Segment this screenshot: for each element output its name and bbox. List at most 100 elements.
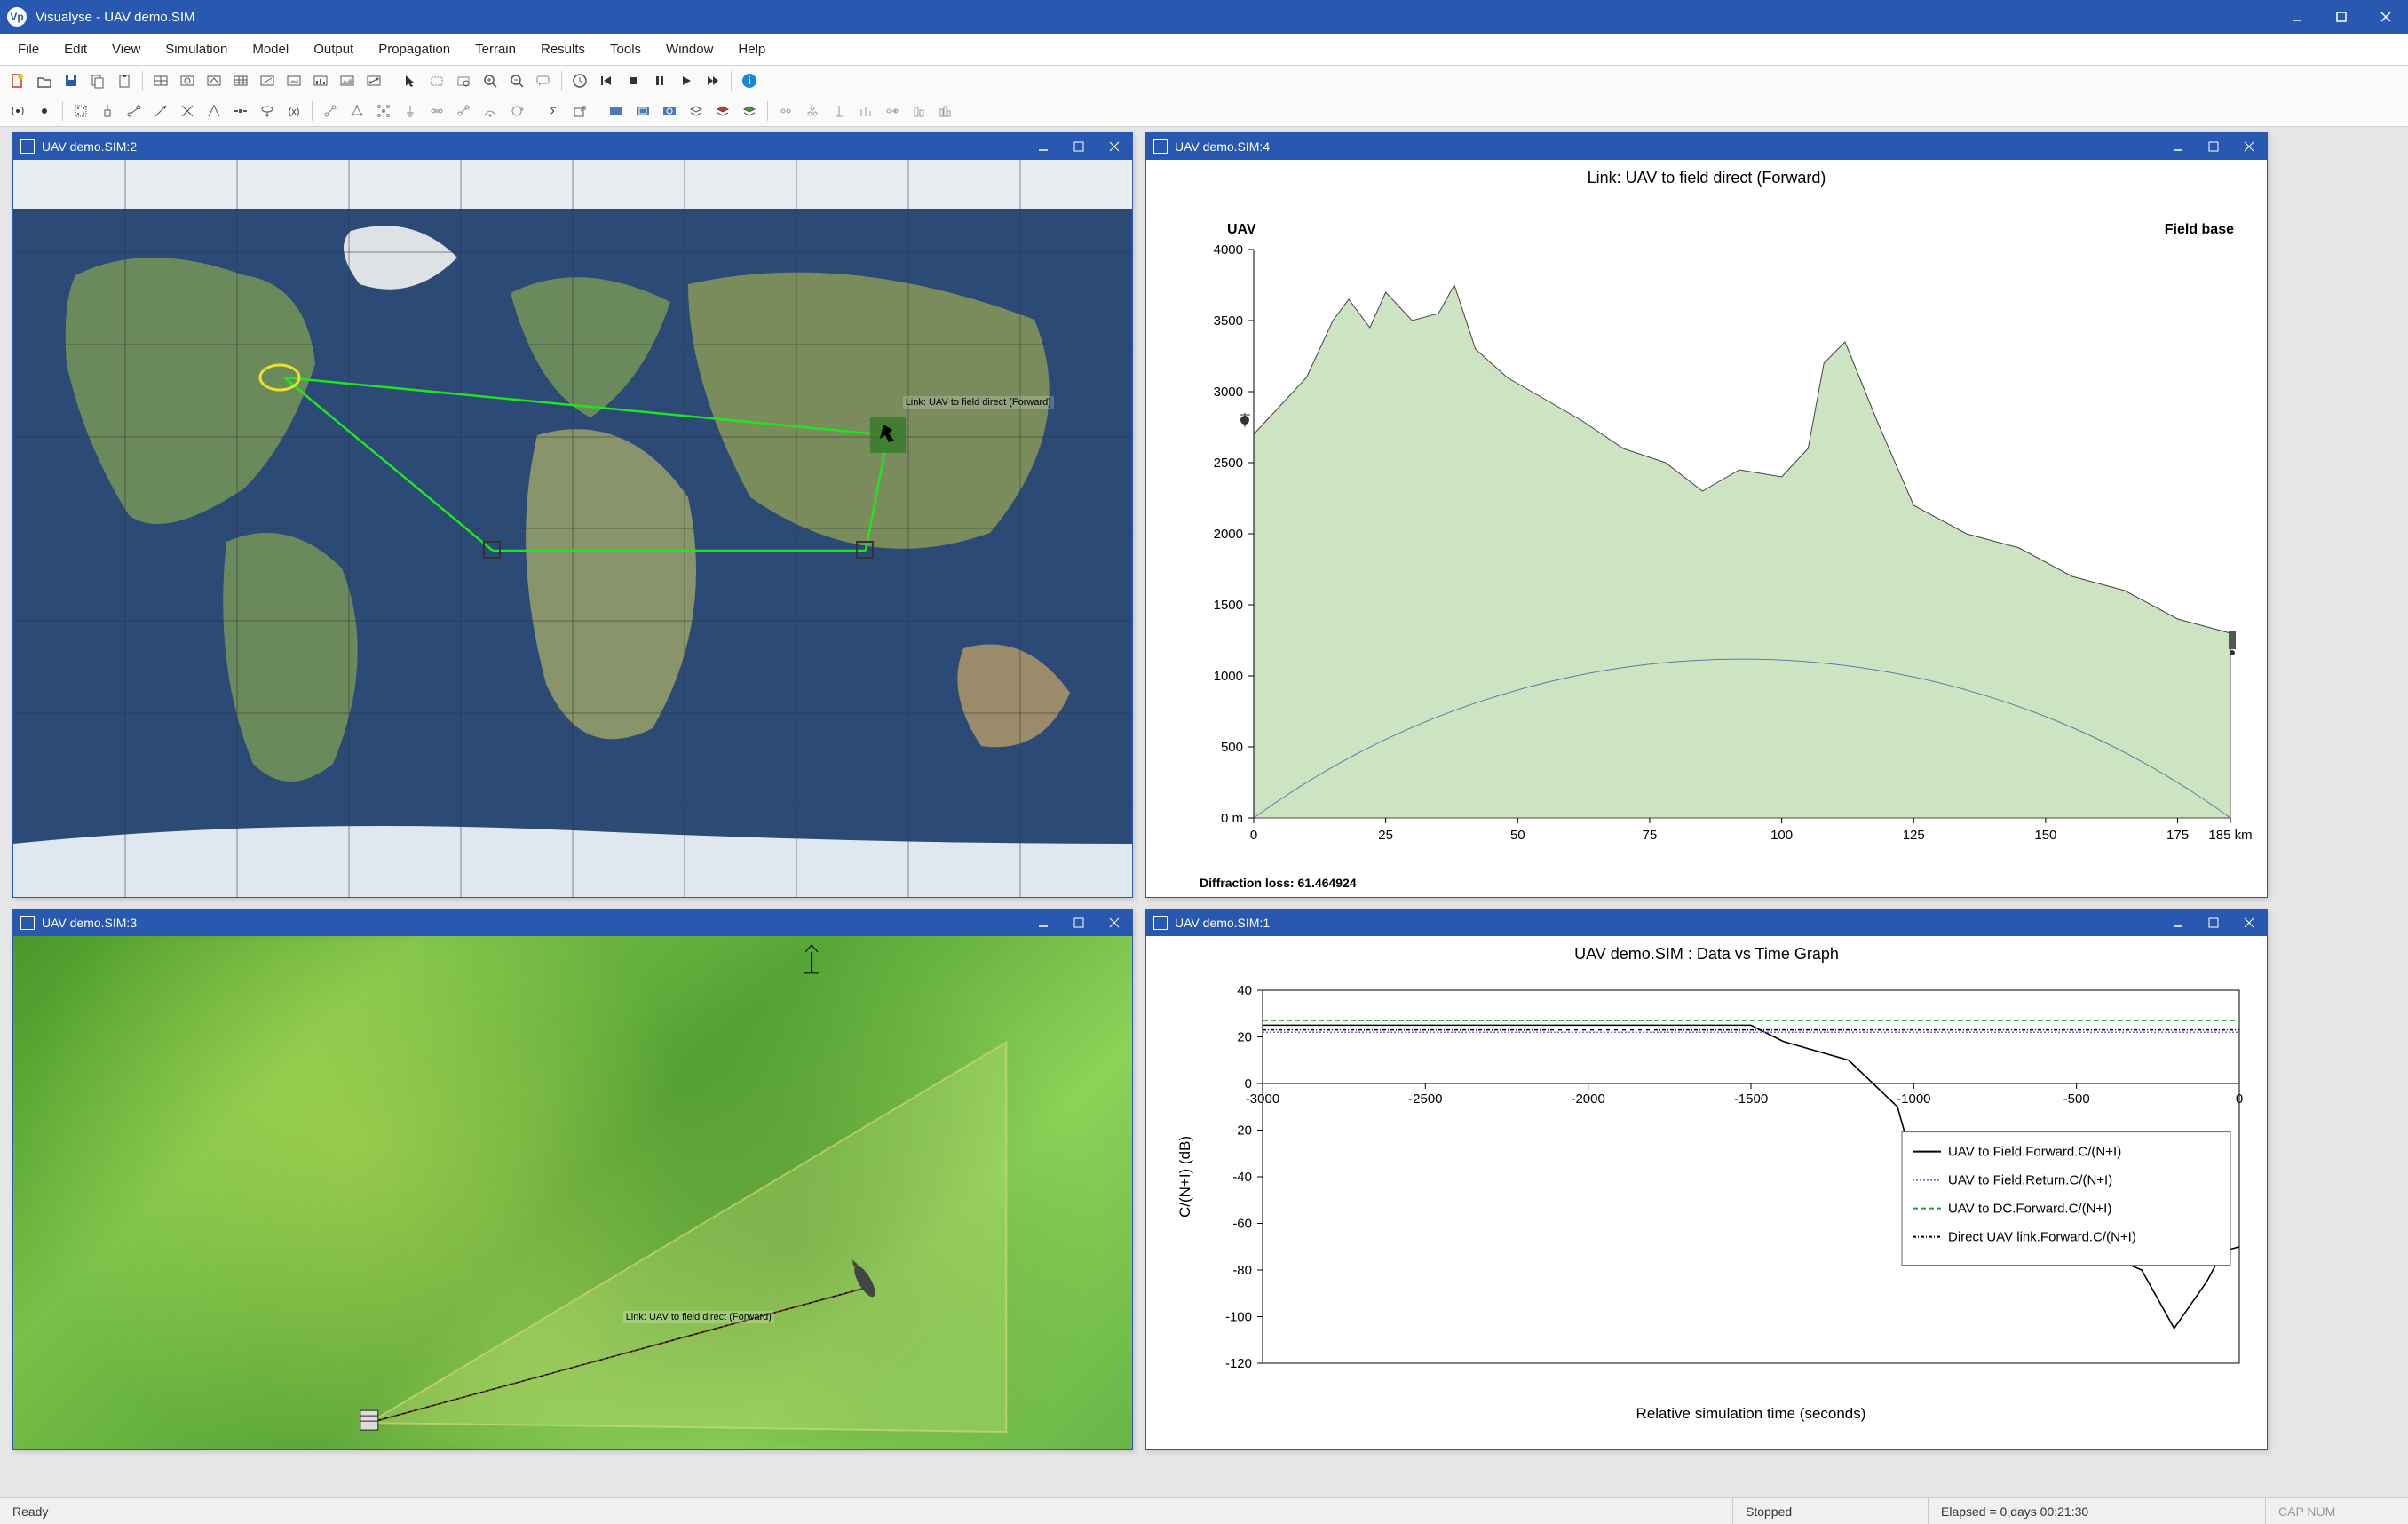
child-maximize-button[interactable] <box>2196 133 2231 160</box>
menu-simulation[interactable]: Simulation <box>153 36 240 62</box>
child-maximize-button[interactable] <box>1061 909 1097 936</box>
gs-loop-icon[interactable] <box>504 99 529 123</box>
child-title-bar[interactable]: UAV demo.SIM:1 <box>1146 909 2267 936</box>
child-maximize-button[interactable] <box>2196 909 2231 936</box>
fast-forward-icon[interactable] <box>701 68 725 93</box>
zoom-out-icon[interactable] <box>504 68 529 93</box>
group2-icon[interactable] <box>800 99 825 123</box>
view-terrain-icon[interactable] <box>335 68 360 93</box>
svg-text:C/(N+I) (dB): C/(N+I) (dB) <box>1176 1136 1193 1218</box>
info-icon[interactable]: i <box>737 68 762 93</box>
bullet-icon[interactable] <box>32 99 57 123</box>
child-close-button[interactable] <box>1097 133 1132 160</box>
zoom-in-icon[interactable] <box>478 68 503 93</box>
paste-icon[interactable] <box>112 68 137 93</box>
zoom-window-icon[interactable] <box>451 68 476 93</box>
view-area-icon[interactable] <box>281 68 306 93</box>
orbit-down-icon[interactable] <box>255 99 280 123</box>
svg-text:40: 40 <box>1237 983 1252 998</box>
gs-bidir-icon[interactable] <box>424 99 449 123</box>
menu-help[interactable]: Help <box>725 36 778 62</box>
sigma-icon[interactable]: Σ <box>541 99 566 123</box>
net2-icon[interactable] <box>345 99 369 123</box>
copy-icon[interactable] <box>85 68 110 93</box>
antenna-icon[interactable] <box>5 99 30 123</box>
minimize-button[interactable] <box>2275 0 2319 34</box>
constellation-icon[interactable] <box>68 99 93 123</box>
child-minimize-button[interactable] <box>1026 909 1061 936</box>
view-3d-icon[interactable] <box>202 68 226 93</box>
clock-icon[interactable] <box>567 68 592 93</box>
view-mercator-icon[interactable] <box>175 68 200 93</box>
layers-icon[interactable] <box>684 99 709 123</box>
blue-map2-icon[interactable] <box>630 99 655 123</box>
ground-icon[interactable] <box>398 99 423 123</box>
child-close-button[interactable] <box>1097 909 1132 936</box>
menu-edit[interactable]: Edit <box>51 36 99 62</box>
green-layers-icon[interactable] <box>737 99 762 123</box>
svg-text:3000: 3000 <box>1214 385 1243 400</box>
net1-icon[interactable] <box>318 99 343 123</box>
menu-results[interactable]: Results <box>528 36 598 62</box>
child-title-bar[interactable]: UAV demo.SIM:2 <box>13 133 1132 160</box>
child-minimize-button[interactable] <box>2160 133 2196 160</box>
maximize-button[interactable] <box>2319 0 2364 34</box>
time-graph-chart[interactable]: UAV demo.SIM : Data vs Time Graph -120-1… <box>1146 936 2267 1449</box>
play-icon[interactable] <box>674 68 699 93</box>
menu-output[interactable]: Output <box>301 36 366 62</box>
var-x-icon[interactable]: (x) <box>281 99 306 123</box>
child-close-button[interactable] <box>2231 133 2267 160</box>
out-box-icon[interactable] <box>567 99 592 123</box>
menu-file[interactable]: File <box>5 36 51 62</box>
group1-icon[interactable] <box>773 99 798 123</box>
satellite-icon[interactable] <box>228 99 253 123</box>
stop-icon[interactable] <box>621 68 646 93</box>
menu-propagation[interactable]: Propagation <box>366 36 463 62</box>
child-minimize-button[interactable] <box>1026 133 1061 160</box>
terrain-profile-chart[interactable]: Link: UAV to field direct (Forward) 0 m5… <box>1146 160 2267 897</box>
close-button[interactable] <box>2364 0 2408 34</box>
child-minimize-button[interactable] <box>2160 909 2196 936</box>
select-rect-icon[interactable] <box>424 68 449 93</box>
blue-map-icon[interactable] <box>604 99 629 123</box>
link-icon[interactable] <box>122 99 147 123</box>
child-title-bar[interactable]: UAV demo.SIM:3 <box>13 909 1132 936</box>
arrow-icon[interactable] <box>148 99 173 123</box>
station-icon[interactable] <box>95 99 120 123</box>
child-title-bar[interactable]: UAV demo.SIM:4 <box>1146 133 2267 160</box>
mast-icon[interactable] <box>827 99 852 123</box>
rewind-icon[interactable] <box>594 68 619 93</box>
menu-window[interactable]: Window <box>653 36 725 62</box>
menu-tools[interactable]: Tools <box>598 36 653 62</box>
city-icon[interactable] <box>933 99 958 123</box>
view-xy-icon[interactable] <box>255 68 280 93</box>
xfer-icon[interactable] <box>880 99 905 123</box>
blue-map3-icon[interactable] <box>657 99 682 123</box>
new-file-icon[interactable] <box>5 68 30 93</box>
view-link-icon[interactable] <box>361 68 386 93</box>
beam-icon[interactable] <box>202 99 226 123</box>
save-icon[interactable] <box>59 68 83 93</box>
terrain-map-view[interactable]: Link: UAV to field direct (Forward) <box>13 936 1132 1449</box>
red-layers-icon[interactable] <box>710 99 735 123</box>
pointer-icon[interactable] <box>398 68 423 93</box>
open-file-icon[interactable] <box>32 68 57 93</box>
menu-model[interactable]: Model <box>240 36 301 62</box>
view-hist-icon[interactable] <box>308 68 333 93</box>
comment-icon[interactable] <box>531 68 556 93</box>
menu-terrain[interactable]: Terrain <box>463 36 528 62</box>
array-icon[interactable] <box>853 99 878 123</box>
menu-view[interactable]: View <box>99 36 153 62</box>
status-bar: Ready Stopped Elapsed = 0 days 00:21:30 … <box>0 1497 2408 1524</box>
building-icon[interactable] <box>907 99 931 123</box>
view-table-icon[interactable] <box>228 68 253 93</box>
child-maximize-button[interactable] <box>1061 133 1097 160</box>
gs-scan-icon[interactable] <box>478 99 503 123</box>
child-close-button[interactable] <box>2231 909 2267 936</box>
net3-icon[interactable] <box>371 99 396 123</box>
gs-up-icon[interactable] <box>451 99 476 123</box>
cross-icon[interactable] <box>175 99 200 123</box>
view-map-icon[interactable] <box>148 68 173 93</box>
pause-icon[interactable] <box>647 68 672 93</box>
world-map-view[interactable]: Link: UAV to field direct (Forward) <box>13 160 1132 897</box>
